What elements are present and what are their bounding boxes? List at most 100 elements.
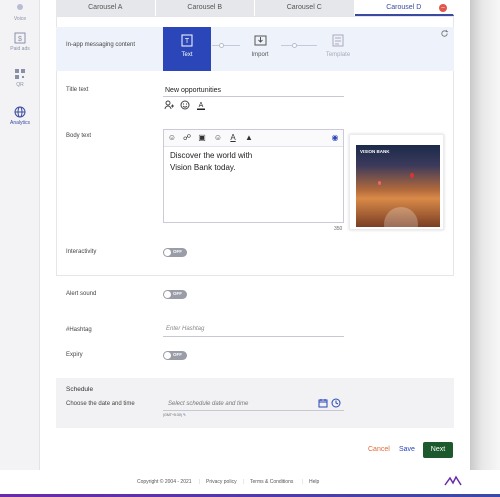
title-underline (163, 96, 344, 97)
balloon (378, 181, 381, 185)
schedule-input[interactable]: Select schedule date and time (168, 401, 248, 407)
tab-label: Carousel D (386, 4, 422, 11)
editor-toolbar: ☺ ☍ ▣ ☺ A ▲ ◉ (164, 130, 343, 147)
schedule-title: Schedule (66, 386, 94, 393)
sidebar-item-label: QR (16, 82, 24, 88)
step-connector (212, 45, 240, 46)
personalize-icon[interactable]: ☺ (167, 133, 177, 143)
timezone-text: (GMT+5:30) (163, 413, 182, 417)
edit-icon[interactable]: ✎ (183, 413, 186, 417)
terms-link[interactable]: Terms & Conditions (250, 479, 293, 485)
tab-carousel-d[interactable]: Carousel D – (354, 0, 454, 16)
preview-image: VISION BANK (356, 145, 440, 227)
character-count: 350 (334, 226, 343, 232)
right-panel-shadow (470, 0, 500, 470)
hashtag-underline (163, 336, 344, 337)
schedule-underline (163, 410, 344, 411)
highlight-icon[interactable]: ▲ (244, 133, 254, 143)
hashtag-input[interactable]: Enter Hashtag (166, 326, 204, 332)
timezone-label: (GMT+5:30) ✎ (163, 413, 186, 417)
text-icon: T (181, 34, 193, 47)
refresh-icon[interactable] (440, 29, 449, 38)
expiry-label: Expiry (66, 352, 83, 358)
emoji-icon[interactable]: ☺ (213, 133, 223, 143)
schedule-label: Choose the date and time (66, 401, 135, 407)
interactivity-label: Interactivity (66, 249, 97, 255)
sidebar-item-qr[interactable]: QR (0, 68, 40, 88)
body-text-line: Discover the world with (170, 151, 253, 160)
footer-divider: | (243, 479, 245, 485)
svg-text:A: A (199, 102, 204, 109)
svg-text:T: T (185, 38, 190, 45)
footer-divider: | (199, 479, 201, 485)
image-icon[interactable]: ▣ (197, 133, 207, 143)
image-preview-card: VISION BANK (349, 134, 444, 230)
body-text-content[interactable]: Discover the world with Vision Bank toda… (170, 150, 335, 174)
sidebar-item-label: Analytics (9, 120, 30, 126)
svg-text:$: $ (18, 36, 22, 43)
text-color-icon[interactable]: A (228, 133, 238, 143)
tab-label: Carousel C (286, 4, 322, 11)
toggle-state: OFF (173, 291, 182, 296)
tab-carousel-c[interactable]: Carousel C (255, 0, 355, 16)
personalize-icon[interactable] (164, 100, 174, 110)
sidebar-item-label: Voice (13, 16, 27, 22)
cancel-button[interactable]: Cancel (368, 446, 390, 453)
text-color-icon[interactable]: A (196, 100, 206, 110)
qr-code-icon (15, 69, 25, 79)
link-icon[interactable]: ☍ (182, 133, 192, 143)
title-text-input[interactable]: New opportunities (165, 87, 221, 94)
sidebar-item-label: Paid ads (10, 46, 30, 52)
alert-sound-toggle[interactable]: OFF (163, 290, 187, 299)
body-text-line: Vision Bank today. (170, 163, 236, 172)
template-icon (332, 34, 344, 47)
step-label: Text (181, 52, 193, 58)
sidebar-item-paid-ads[interactable]: $ Paid ads (0, 32, 40, 52)
import-icon (254, 35, 266, 46)
tab-carousel-b[interactable]: Carousel B (155, 0, 255, 16)
footer-divider: | (302, 479, 304, 485)
delete-tab-icon[interactable]: – (439, 4, 447, 12)
brand-logo-icon (444, 475, 462, 486)
step-text[interactable]: T Text (163, 27, 211, 71)
tab-label: Carousel A (88, 4, 123, 11)
step-import[interactable]: Import (240, 27, 280, 71)
overlay-circle (384, 207, 418, 227)
tab-carousel-a[interactable]: Carousel A (56, 0, 156, 16)
paid-ads-icon: $ (14, 32, 26, 44)
toggle-state: OFF (173, 352, 182, 357)
clock-icon[interactable] (331, 398, 341, 408)
sidebar-item-analytics[interactable]: Analytics (0, 106, 40, 126)
body-text-editor[interactable]: ☺ ☍ ▣ ☺ A ▲ ◉ Discover the world with Vi… (163, 129, 344, 223)
tab-label: Carousel B (187, 4, 223, 11)
step-template[interactable]: Template (318, 27, 358, 71)
carousel-tabs: Carousel A Carousel B Carousel C Carouse… (56, 0, 454, 16)
toggle-knob (164, 352, 171, 359)
left-sidebar: Voice $ Paid ads QR Analytics (0, 0, 40, 470)
step-connector (281, 45, 317, 46)
step-dot (292, 43, 297, 48)
title-text-label: Title text (66, 87, 89, 93)
expiry-toggle[interactable]: OFF (163, 351, 187, 360)
calendar-icon[interactable] (318, 398, 328, 408)
balloon (410, 173, 414, 178)
in-app-label: In-app messaging content (66, 42, 136, 48)
interactivity-toggle[interactable]: OFF (163, 248, 187, 257)
sidebar-item-voice[interactable]: Voice (0, 2, 40, 22)
help-link[interactable]: Help (309, 479, 319, 485)
toggle-knob (164, 249, 171, 256)
toggle-state: OFF (173, 249, 182, 254)
body-text-label: Body text (66, 133, 92, 139)
step-label: Import (251, 52, 269, 58)
step-dot (219, 43, 224, 48)
toggle-knob (164, 291, 171, 298)
voice-icon (17, 4, 23, 10)
step-label: Template (325, 52, 351, 58)
save-button[interactable]: Save (399, 446, 415, 453)
preview-eye-icon[interactable]: ◉ (330, 133, 340, 143)
brand-logo-text: VISION BANK (360, 149, 390, 154)
alert-sound-label: Alert sound (66, 291, 97, 297)
emoji-icon[interactable] (180, 100, 190, 110)
next-button[interactable]: Next (423, 442, 453, 458)
privacy-policy-link[interactable]: Privacy policy (206, 479, 237, 485)
